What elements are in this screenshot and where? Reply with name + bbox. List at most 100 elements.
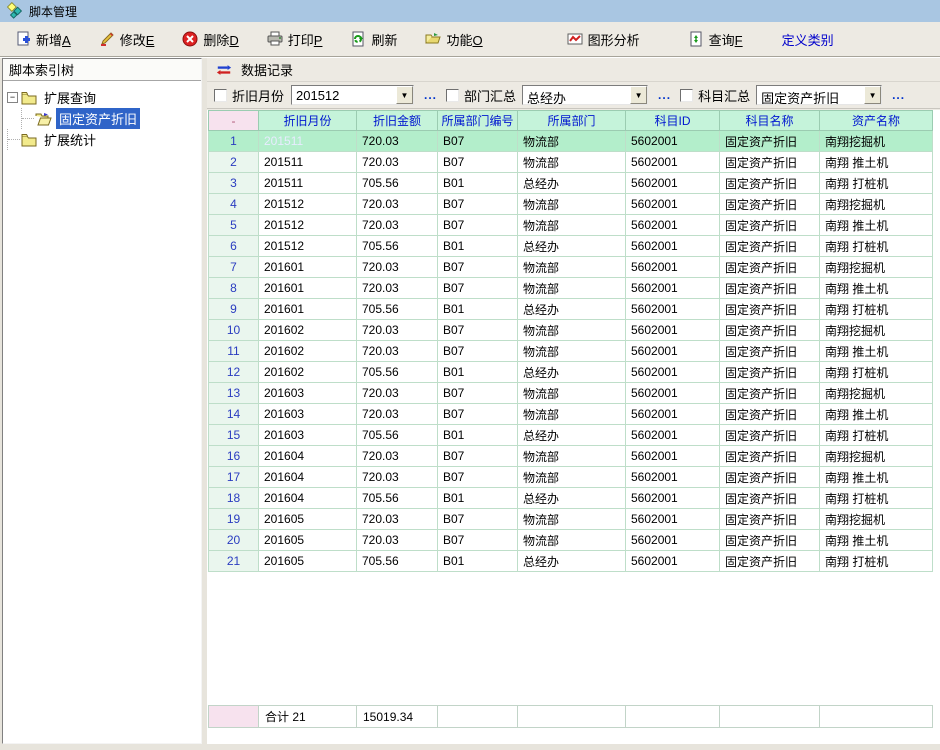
tree-item-extended-statistics[interactable]: 扩展统计	[7, 129, 199, 150]
delete-button[interactable]: 删除D	[175, 25, 245, 54]
data-cell[interactable]: 物流部	[518, 257, 626, 278]
column-header[interactable]: 科目名称	[720, 111, 820, 131]
data-cell[interactable]: B07	[438, 383, 518, 404]
data-cell[interactable]: 720.03	[357, 194, 438, 215]
data-cell[interactable]: 705.56	[357, 236, 438, 257]
depreciation-month-select[interactable]: 201512 ▼	[291, 85, 414, 105]
table-row[interactable]: 21201605705.56B01总经办5602001固定资产折旧南翔 打桩机	[209, 551, 933, 572]
row-number-cell[interactable]: 16	[209, 446, 259, 467]
data-cell[interactable]: 201604	[259, 446, 357, 467]
data-cell[interactable]: 物流部	[518, 215, 626, 236]
data-cell[interactable]: 固定资产折旧	[720, 194, 820, 215]
data-cell[interactable]: 南翔挖掘机	[820, 320, 933, 341]
data-cell[interactable]: 物流部	[518, 341, 626, 362]
data-cell[interactable]: 总经办	[518, 362, 626, 383]
data-cell[interactable]: 固定资产折旧	[720, 383, 820, 404]
data-cell[interactable]: 201602	[259, 362, 357, 383]
data-cell[interactable]: 总经办	[518, 551, 626, 572]
data-cell[interactable]: 固定资产折旧	[720, 257, 820, 278]
data-cell[interactable]: 物流部	[518, 320, 626, 341]
data-cell[interactable]: 201603	[259, 383, 357, 404]
data-cell[interactable]: 5602001	[626, 257, 720, 278]
data-cell[interactable]: 固定资产折旧	[720, 509, 820, 530]
data-cell[interactable]: 720.03	[357, 215, 438, 236]
data-cell[interactable]: 固定资产折旧	[720, 488, 820, 509]
refresh-button[interactable]: 刷新	[343, 25, 404, 54]
data-cell[interactable]: 201603	[259, 425, 357, 446]
data-cell[interactable]: 南翔挖掘机	[820, 446, 933, 467]
data-cell[interactable]: 南翔 推土机	[820, 215, 933, 236]
row-number-cell[interactable]: 5	[209, 215, 259, 236]
data-cell[interactable]: 固定资产折旧	[720, 551, 820, 572]
row-number-cell[interactable]: 8	[209, 278, 259, 299]
data-cell[interactable]: 5602001	[626, 278, 720, 299]
column-header[interactable]: 资产名称	[820, 111, 933, 131]
table-row[interactable]: 15201603705.56B01总经办5602001固定资产折旧南翔 打桩机	[209, 425, 933, 446]
row-number-cell[interactable]: 11	[209, 341, 259, 362]
data-cell[interactable]: 物流部	[518, 446, 626, 467]
table-row[interactable]: 16201604720.03B07物流部5602001固定资产折旧南翔挖掘机	[209, 446, 933, 467]
data-cell[interactable]: 201605	[259, 509, 357, 530]
data-cell[interactable]: 南翔 推土机	[820, 152, 933, 173]
data-cell[interactable]: B07	[438, 509, 518, 530]
table-row[interactable]: 13201603720.03B07物流部5602001固定资产折旧南翔挖掘机	[209, 383, 933, 404]
data-cell[interactable]: B01	[438, 551, 518, 572]
data-cell[interactable]: 5602001	[626, 173, 720, 194]
data-cell[interactable]: 705.56	[357, 425, 438, 446]
row-number-cell[interactable]: 1	[209, 131, 259, 152]
column-header[interactable]: 所属部门编号	[438, 111, 518, 131]
data-cell[interactable]: 南翔 推土机	[820, 404, 933, 425]
department-summary-more-button[interactable]: ...	[658, 88, 671, 102]
data-cell[interactable]: B07	[438, 341, 518, 362]
corner-header[interactable]: -	[209, 111, 259, 131]
print-button[interactable]: 打印P	[260, 25, 330, 54]
data-cell[interactable]: B07	[438, 278, 518, 299]
row-number-cell[interactable]: 13	[209, 383, 259, 404]
row-number-cell[interactable]: 7	[209, 257, 259, 278]
row-number-cell[interactable]: 12	[209, 362, 259, 383]
data-cell[interactable]: B07	[438, 215, 518, 236]
function-button[interactable]: 功能O	[418, 25, 489, 54]
row-number-cell[interactable]: 6	[209, 236, 259, 257]
data-cell[interactable]: 705.56	[357, 362, 438, 383]
table-row[interactable]: 3201511705.56B01总经办5602001固定资产折旧南翔 打桩机	[209, 173, 933, 194]
data-cell[interactable]: B01	[438, 236, 518, 257]
row-number-cell[interactable]: 15	[209, 425, 259, 446]
department-summary-select[interactable]: 总经办 ▼	[522, 85, 648, 105]
data-cell[interactable]: 201605	[259, 530, 357, 551]
data-cell[interactable]: 物流部	[518, 383, 626, 404]
data-cell[interactable]: 705.56	[357, 299, 438, 320]
data-cell[interactable]: B01	[438, 299, 518, 320]
data-cell[interactable]: 总经办	[518, 173, 626, 194]
data-cell[interactable]: 固定资产折旧	[720, 341, 820, 362]
data-cell[interactable]: B07	[438, 320, 518, 341]
data-cell[interactable]: 720.03	[357, 509, 438, 530]
data-cell[interactable]: 物流部	[518, 152, 626, 173]
data-cell[interactable]: B07	[438, 446, 518, 467]
tree-item-label[interactable]: 扩展查询	[41, 87, 99, 108]
data-cell[interactable]: 720.03	[357, 446, 438, 467]
data-cell[interactable]: 201601	[259, 257, 357, 278]
data-cell[interactable]: 720.03	[357, 152, 438, 173]
table-row[interactable]: 11201602720.03B07物流部5602001固定资产折旧南翔 推土机	[209, 341, 933, 362]
data-cell[interactable]: 201511	[259, 173, 357, 194]
data-cell[interactable]: 5602001	[626, 509, 720, 530]
table-row[interactable]: 8201601720.03B07物流部5602001固定资产折旧南翔 推土机	[209, 278, 933, 299]
data-cell[interactable]: B07	[438, 257, 518, 278]
data-cell[interactable]: 720.03	[357, 467, 438, 488]
data-cell[interactable]: 物流部	[518, 278, 626, 299]
table-row[interactable]: 17201604720.03B07物流部5602001固定资产折旧南翔 推土机	[209, 467, 933, 488]
data-cell[interactable]: 201602	[259, 320, 357, 341]
data-cell[interactable]: 物流部	[518, 530, 626, 551]
data-cell[interactable]: 705.56	[357, 173, 438, 194]
data-cell[interactable]: 5602001	[626, 152, 720, 173]
table-row[interactable]: 14201603720.03B07物流部5602001固定资产折旧南翔 推土机	[209, 404, 933, 425]
data-cell[interactable]: 南翔 打桩机	[820, 362, 933, 383]
data-cell[interactable]: B01	[438, 173, 518, 194]
data-cell[interactable]: 201512	[259, 215, 357, 236]
table-row[interactable]: 10201602720.03B07物流部5602001固定资产折旧南翔挖掘机	[209, 320, 933, 341]
data-cell[interactable]: 物流部	[518, 509, 626, 530]
data-cell[interactable]: 南翔 打桩机	[820, 488, 933, 509]
data-cell[interactable]: 720.03	[357, 257, 438, 278]
row-number-cell[interactable]: 21	[209, 551, 259, 572]
